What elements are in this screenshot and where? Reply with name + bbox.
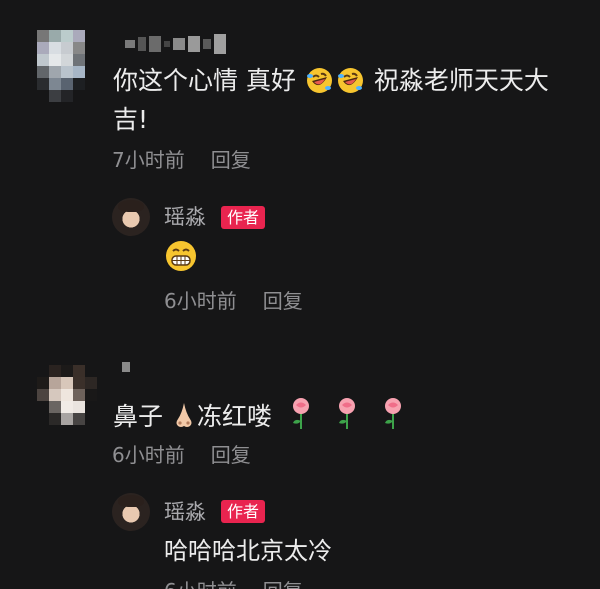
avatar[interactable] xyxy=(37,365,97,425)
rose-emoji-icon xyxy=(292,398,309,429)
comment-text-mid: 冻红喽 xyxy=(196,402,272,431)
comment-meta: 6小时前 回复 xyxy=(112,442,251,468)
reply-button[interactable]: 回复 xyxy=(211,443,251,467)
reply-text: 哈哈哈北京太冷 xyxy=(164,537,332,565)
author-avatar[interactable] xyxy=(112,493,150,531)
rose-emoji-icon xyxy=(384,398,401,429)
author-name[interactable]: 瑶淼 xyxy=(164,498,206,526)
nose-emoji-icon xyxy=(176,403,192,427)
username-blurred[interactable] xyxy=(122,362,130,372)
comments-panel: 你这个心情 真好 祝淼老师天天大 吉! 7小时前 回复 瑶淼 作者 6小时前 回… xyxy=(0,0,600,589)
reply-button[interactable]: 回复 xyxy=(263,579,303,589)
comment-text-main: 鼻子 xyxy=(113,402,164,431)
timestamp: 6小时前 xyxy=(112,443,185,467)
rose-emoji-icon xyxy=(338,398,355,429)
timestamp: 6小时前 xyxy=(164,579,237,589)
author-badge: 作者 xyxy=(221,500,266,523)
comment-2: 鼻子 冻红喽 6小时前 回复 瑶淼 作者 哈哈哈北京太冷 xyxy=(0,0,600,589)
reply-meta: 6小时前 回复 xyxy=(164,578,303,589)
comment-text: 鼻子 冻红喽 xyxy=(113,397,406,433)
